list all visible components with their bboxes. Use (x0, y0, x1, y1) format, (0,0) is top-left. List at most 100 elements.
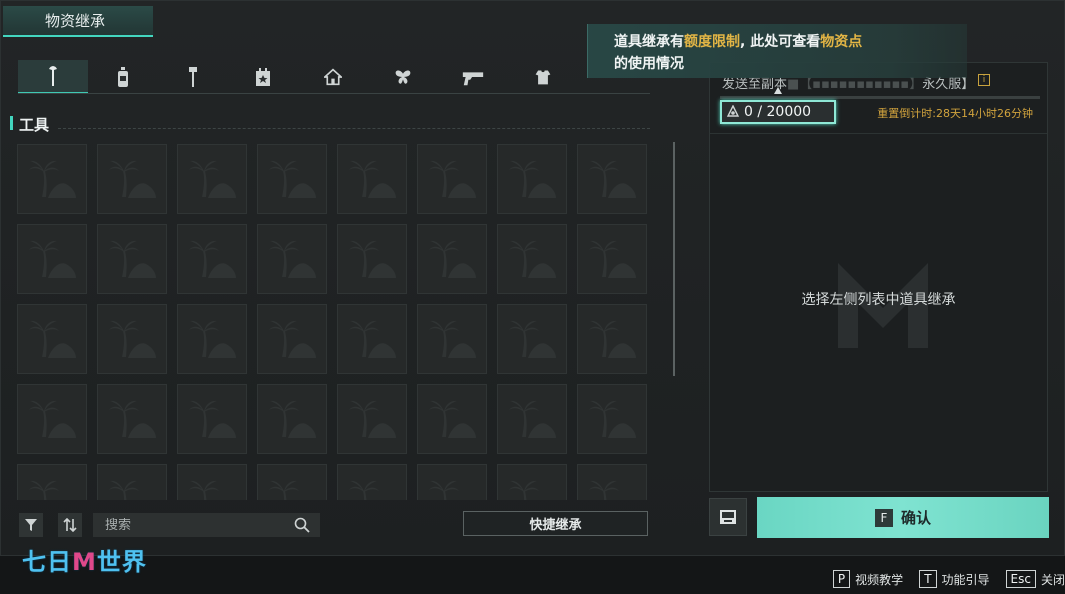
supply-points-icon (726, 105, 740, 117)
palm-tree-placeholder-icon (509, 240, 556, 278)
hotkey-label: 功能引导 (941, 572, 990, 587)
confirm-key-hint: F (874, 508, 893, 527)
item-slot[interactable] (97, 304, 167, 374)
item-slot[interactable] (417, 144, 487, 214)
item-slot[interactable] (17, 304, 87, 374)
hotkey-label: 视频教学 (855, 572, 904, 587)
points-text: 0 / 20000 (744, 104, 812, 120)
item-slot[interactable] (577, 304, 647, 374)
item-slot[interactable] (497, 464, 567, 500)
palm-tree-placeholder-icon (109, 160, 156, 198)
filter-button[interactable] (19, 513, 43, 537)
item-slot[interactable] (577, 224, 647, 294)
grid-scrollbar[interactable] (673, 142, 675, 376)
tab-tools[interactable] (18, 60, 88, 94)
item-slot[interactable] (257, 304, 327, 374)
item-slot[interactable] (337, 224, 407, 294)
item-slot[interactable] (577, 144, 647, 214)
item-slot[interactable] (417, 464, 487, 500)
hotkey-close[interactable]: Esc 关闭 (1005, 570, 1065, 588)
palm-tree-placeholder-icon (509, 400, 556, 438)
sort-button[interactable] (58, 513, 82, 537)
item-slot[interactable] (177, 464, 247, 500)
palm-tree-placeholder-icon (349, 480, 379, 500)
item-slot[interactable] (257, 144, 327, 214)
item-slot[interactable] (337, 304, 407, 374)
item-slot[interactable] (417, 304, 487, 374)
palm-tree-placeholder-icon (349, 160, 396, 198)
tooltip-highlight: 物资点 (820, 34, 863, 50)
palm-tree-placeholder-icon (269, 160, 316, 198)
item-slot[interactable] (497, 384, 567, 454)
palm-tree-placeholder-icon (589, 400, 636, 438)
item-slot[interactable] (257, 224, 327, 294)
palm-tree-placeholder-icon (189, 160, 236, 198)
item-slot[interactable] (97, 224, 167, 294)
tooltip-text: 道具继承有 (614, 34, 684, 50)
section-title: 工具 (19, 116, 50, 134)
item-slot[interactable] (337, 144, 407, 214)
palm-tree-placeholder-icon (429, 160, 476, 198)
item-slot[interactable] (177, 224, 247, 294)
header-obscured: ■【▪▪▪▪▪▪▪▪▪▪▪】 (787, 77, 923, 92)
tab-supplies[interactable] (228, 60, 298, 94)
item-slot[interactable] (17, 224, 87, 294)
tab-weapons[interactable] (438, 60, 508, 94)
palm-tree-placeholder-icon (269, 400, 316, 438)
hotkey-feature-guide[interactable]: T 功能引导 (919, 570, 990, 588)
item-slot[interactable] (97, 464, 167, 500)
tab-building[interactable] (298, 60, 368, 94)
search-icon[interactable] (294, 517, 310, 533)
item-slot[interactable] (177, 144, 247, 214)
tab-consumables[interactable] (88, 60, 158, 94)
item-slot[interactable] (17, 144, 87, 214)
item-slot[interactable] (577, 464, 647, 500)
palm-tree-placeholder-icon (29, 240, 76, 278)
hotkey-key: T (919, 570, 937, 588)
mail-button[interactable] (709, 498, 747, 536)
item-slot[interactable] (497, 304, 567, 374)
tabs-divider (18, 93, 650, 94)
tooltip-text: , 此处可查看 (740, 34, 821, 50)
item-slot[interactable] (257, 384, 327, 454)
search-input[interactable] (105, 517, 285, 533)
quick-inherit-button[interactable]: 快捷继承 (463, 511, 648, 536)
palm-tree-placeholder-icon (189, 480, 219, 500)
logo-mid: M (72, 548, 97, 576)
window-title-tab: 物资继承 (3, 6, 153, 37)
mailbox-icon (720, 510, 736, 524)
progress-marker-icon (774, 87, 782, 94)
palm-tree-placeholder-icon (189, 240, 236, 278)
item-slot[interactable] (97, 384, 167, 454)
item-slot[interactable] (497, 224, 567, 294)
tooltip-line-1: 道具继承有额度限制, 此处可查看物资点 (614, 31, 967, 53)
hotkey-key: Esc (1005, 570, 1036, 588)
item-slot[interactable] (177, 304, 247, 374)
tab-clothing[interactable] (508, 60, 578, 94)
shirt-icon (535, 70, 551, 85)
item-slot[interactable] (177, 384, 247, 454)
item-slot[interactable] (417, 384, 487, 454)
hotkey-video-tutorial[interactable]: P 视频教学 (832, 570, 904, 588)
palm-tree-placeholder-icon (109, 400, 156, 438)
item-slot[interactable] (97, 144, 167, 214)
item-slot[interactable] (497, 144, 567, 214)
item-slot[interactable] (17, 384, 87, 454)
item-slot[interactable] (17, 464, 87, 500)
item-slot[interactable] (577, 384, 647, 454)
points-counter: 0 / 20000 (720, 100, 836, 124)
window-title: 物资继承 (45, 12, 106, 30)
quick-inherit-label: 快捷继承 (529, 518, 582, 533)
palm-tree-placeholder-icon (269, 480, 299, 500)
item-slot[interactable] (417, 224, 487, 294)
item-slot[interactable] (337, 464, 407, 500)
info-icon[interactable]: i (978, 74, 990, 86)
hint-tooltip: 道具继承有额度限制, 此处可查看物资点 的使用情况 (587, 24, 967, 78)
item-slot[interactable] (337, 384, 407, 454)
palm-tree-placeholder-icon (509, 480, 539, 500)
tab-equipment[interactable] (158, 60, 228, 94)
palm-tree-placeholder-icon (589, 480, 619, 500)
item-slot[interactable] (257, 464, 327, 500)
confirm-button[interactable]: F 确认 (757, 497, 1049, 538)
tab-appearance[interactable] (368, 60, 438, 94)
